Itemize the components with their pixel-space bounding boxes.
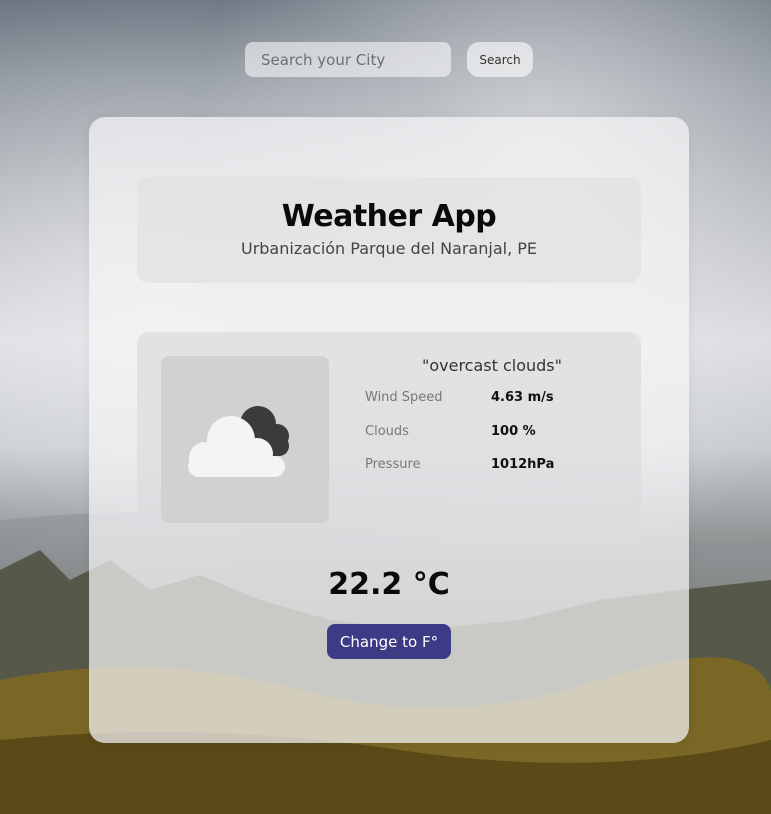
- stat-row-clouds: Clouds 100 %: [365, 424, 625, 444]
- temperature-readout: 22.2 °C: [328, 567, 450, 602]
- app-title: Weather App: [281, 199, 497, 234]
- title-panel: Weather App Urbanización Parque del Nara…: [137, 177, 641, 283]
- search-input[interactable]: [245, 42, 451, 77]
- search-button[interactable]: Search: [467, 42, 533, 77]
- weather-description: "overcast clouds": [421, 356, 562, 375]
- weather-icon-panel: [161, 356, 329, 523]
- stat-value: 4.63 m/s: [491, 390, 554, 405]
- search-bar: Search: [245, 42, 533, 77]
- stat-row-wind-speed: Wind Speed 4.63 m/s: [365, 390, 625, 410]
- stat-label: Wind Speed: [365, 390, 443, 405]
- location-label: Urbanización Parque del Naranjal, PE: [240, 239, 537, 258]
- change-unit-button[interactable]: Change to F°: [327, 624, 451, 659]
- overcast-clouds-icon: [188, 406, 289, 477]
- weather-card: Weather App Urbanización Parque del Nara…: [89, 117, 689, 743]
- weather-info-panel: "overcast clouds" Wind Speed 4.63 m/s Cl…: [137, 332, 641, 547]
- stat-value: 100 %: [491, 424, 536, 439]
- stat-value: 1012hPa: [491, 457, 555, 472]
- app-root: Search Weather App Urbanización Parque d…: [0, 0, 771, 814]
- stat-row-pressure: Pressure 1012hPa: [365, 457, 625, 477]
- stat-label: Pressure: [365, 457, 421, 472]
- stat-label: Clouds: [365, 424, 409, 439]
